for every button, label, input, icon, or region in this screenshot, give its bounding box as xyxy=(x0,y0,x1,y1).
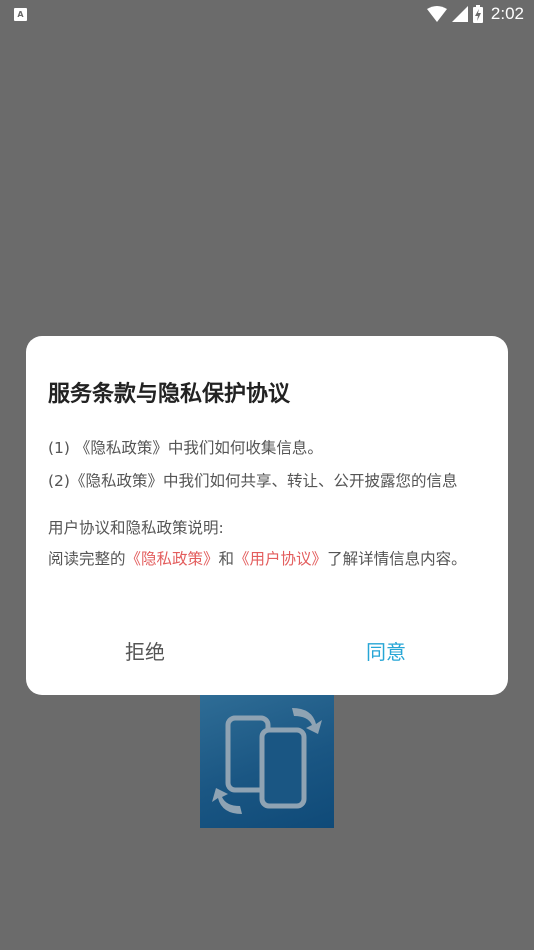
collect-info-text: (1) 《隐私政策》中我们如何收集信息。 xyxy=(48,439,323,457)
user-agreement-link[interactable]: 《用户协议》 xyxy=(234,550,327,568)
share-info-text: (2)《隐私政策》中我们如何共享、转让、公开披露您的信息 xyxy=(48,472,458,490)
status-bar: A 2:02 xyxy=(0,0,534,28)
battery-charging-icon xyxy=(472,5,483,23)
status-icons: 2:02 xyxy=(426,4,524,24)
app-logo xyxy=(200,694,334,828)
app-notification-icon: A xyxy=(14,8,27,21)
read-suffix: 了解详情信息内容。 xyxy=(327,550,467,568)
reject-button[interactable]: 拒绝 xyxy=(125,636,165,665)
wifi-icon xyxy=(426,6,447,22)
privacy-policy-link[interactable]: 《隐私政策》 xyxy=(126,550,219,568)
read-prefix: 阅读完整的 xyxy=(48,550,126,568)
signal-icon xyxy=(451,6,468,22)
status-time: 2:02 xyxy=(490,4,524,23)
and-text: 和 xyxy=(218,550,235,568)
dialog-title: 服务条款与隐私保护协议 xyxy=(48,382,291,407)
agree-button[interactable]: 同意 xyxy=(366,636,406,665)
explanation-heading: 用户协议和隐私政策说明: xyxy=(48,519,224,537)
privacy-dialog: 服务条款与隐私保护协议 (1) 《隐私政策》中我们如何收集信息。 (2)《隐私政… xyxy=(26,336,508,695)
read-full-text: 阅读完整的《隐私政策》和《用户协议》了解详情信息内容。 xyxy=(48,550,468,568)
phone-transfer-icon xyxy=(212,708,322,814)
